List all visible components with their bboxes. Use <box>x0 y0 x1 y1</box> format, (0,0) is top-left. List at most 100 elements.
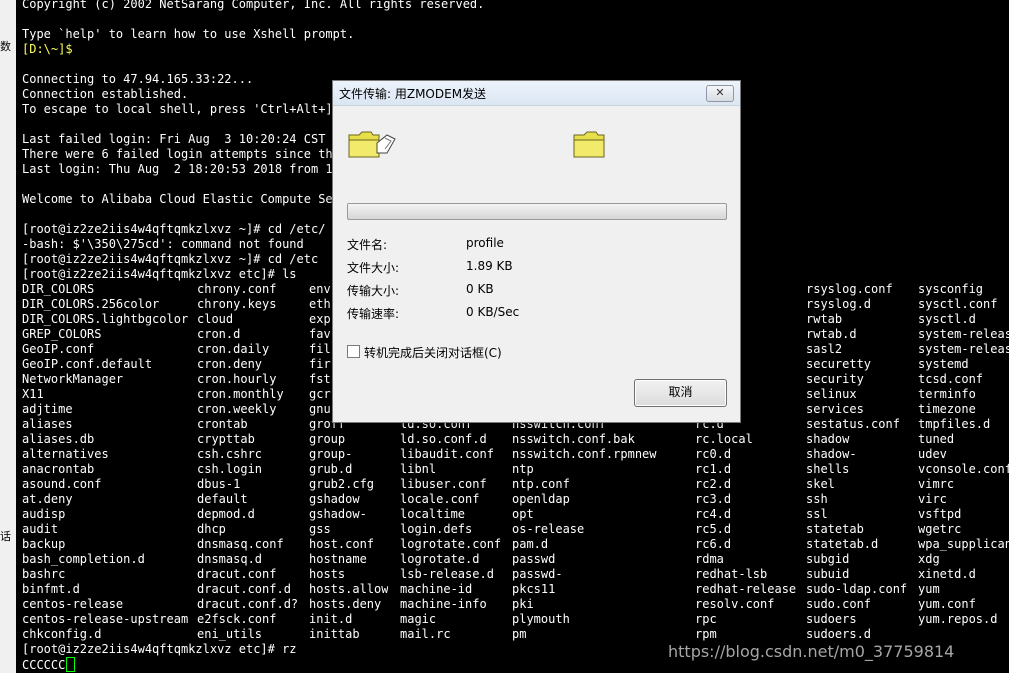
filesize-value: 1.89 KB <box>466 259 513 273</box>
ls-entry: ssh <box>806 492 828 506</box>
ls-entry: rwtab <box>806 312 843 326</box>
left-side-panel: 数 话 <box>0 0 16 673</box>
ls-entry: cloud <box>197 312 234 326</box>
ls-entry: host.conf <box>309 537 375 551</box>
ls-entry: cron.monthly <box>197 387 284 401</box>
ls-entry: vimrc <box>918 477 955 491</box>
ls-entry: shells <box>806 462 850 476</box>
terminal-line: Copyright (c) 2002 NetSarang Computer, I… <box>22 0 485 11</box>
folder-receive-icon <box>573 131 605 158</box>
ls-entry: dbus-1 <box>197 477 241 491</box>
ls-entry: cron.d <box>197 327 241 341</box>
ls-entry: asound.conf <box>22 477 102 491</box>
ls-entry: terminfo <box>918 387 976 401</box>
ls-entry: udev <box>918 447 947 461</box>
dialog-titlebar[interactable]: 文件传输: 用ZMODEM发送 ✕ <box>333 81 740 106</box>
terminal-line: [D:\~]$ <box>22 42 73 56</box>
ls-entry: X11 <box>22 387 44 401</box>
ls-entry: timezone <box>918 402 976 416</box>
filename-label: 文件名: <box>347 238 388 252</box>
ls-entry: rc2.d <box>695 477 732 491</box>
ls-entry: binfmt.d <box>22 582 80 596</box>
ls-column: sysconfig sysctl.conf sysctl.d system-relea… <box>918 282 1009 642</box>
ls-entry: rsyslog.d <box>806 297 872 311</box>
ls-entry: login.defs <box>400 522 473 536</box>
ls-entry: nsswitch.conf.rpmnew <box>512 447 657 461</box>
ls-column: rsyslog.conf rsyslog.d rwtab rwtab.d sasl2 se… <box>806 282 907 642</box>
ls-entry: redhat-release <box>695 582 797 596</box>
ls-entry: bashrc <box>22 567 66 581</box>
transferred-value: 0 KB <box>466 282 494 296</box>
ls-entry: sudoers <box>806 612 857 626</box>
ls-entry: chkconfig.d <box>22 627 102 641</box>
ls-entry: machine-id <box>400 582 473 596</box>
ls-entry: rc1.d <box>695 462 732 476</box>
ls-entry: sysconfig <box>918 282 984 296</box>
ls-entry: vconsole.conf <box>918 462 1009 476</box>
ls-entry: rdma <box>695 552 724 566</box>
ls-entry: dracut.conf <box>197 567 277 581</box>
filename-value: profile <box>466 236 504 250</box>
ls-entry: dhcp <box>197 522 226 536</box>
ls-column: chrony.conf chrony.keys cloud cron.d cron.da… <box>197 282 298 642</box>
ls-entry: hostname <box>309 552 367 566</box>
ls-entry: aliases <box>22 417 73 431</box>
cancel-button[interactable]: 取消 <box>634 379 727 407</box>
ls-entry: aliases.db <box>22 432 95 446</box>
ls-entry: xdg <box>918 552 940 566</box>
ls-entry: pkcs11 <box>512 582 556 596</box>
ls-entry: nsswitch.conf.bak <box>512 432 635 446</box>
ls-entry: system-releas <box>918 327 1009 341</box>
ls-entry: grub2.cfg <box>309 477 375 491</box>
ls-entry: gss <box>309 522 331 536</box>
filesize-label: 文件大小: <box>347 261 400 275</box>
ls-entry: vsftpd <box>918 507 962 521</box>
ls-entry: rc6.d <box>695 537 732 551</box>
ls-entry: ntp.conf <box>512 477 570 491</box>
ls-entry: rsyslog.conf <box>806 282 893 296</box>
ls-entry: rc3.d <box>695 492 732 506</box>
ls-entry: crontab <box>197 417 248 431</box>
transfer-progress-bar <box>347 203 727 220</box>
ls-entry: bash_completion.d <box>22 552 145 566</box>
ls-entry: wgetrc <box>918 522 962 536</box>
ls-entry: GeoIP.conf.default <box>22 357 153 371</box>
ls-entry: gshadow <box>309 492 360 506</box>
close-on-finish-label[interactable]: 转机完成后关闭对话框(C) <box>364 344 502 361</box>
ls-entry: rc5.d <box>695 522 732 536</box>
ls-entry: DIR_COLORS.256color <box>22 297 160 311</box>
ls-entry: locale.conf <box>400 492 480 506</box>
rate-value: 0 KB/Sec <box>466 305 520 319</box>
ls-entry: rc0.d <box>695 447 732 461</box>
ls-entry: grub.d <box>309 462 353 476</box>
close-on-finish-checkbox[interactable] <box>347 345 360 358</box>
ls-entry: shadow <box>806 432 850 446</box>
ls-entry: securetty <box>806 357 872 371</box>
folder-send-icon <box>348 131 396 158</box>
ls-entry: sysctl.d <box>918 312 976 326</box>
ls-entry: group <box>309 432 346 446</box>
ls-entry: dracut.conf.d? <box>197 597 299 611</box>
ls-entry: security <box>806 372 864 386</box>
rate-label: 传输速率: <box>347 307 400 321</box>
ls-entry: backup <box>22 537 66 551</box>
ls-entry: passwd <box>512 552 556 566</box>
ls-entry: subuid <box>806 567 850 581</box>
ls-entry: chrony.conf <box>197 282 277 296</box>
ls-entry: DIR_COLORS.lightbgcolor <box>22 312 189 326</box>
ls-entry: pm <box>512 627 527 641</box>
ls-entry: DIR_COLORS <box>22 282 95 296</box>
ls-entry: dracut.conf.d <box>197 582 291 596</box>
ls-entry: plymouth <box>512 612 570 626</box>
ls-entry: csh.login <box>197 462 263 476</box>
ls-entry: sestatus.conf <box>806 417 900 431</box>
close-button[interactable]: ✕ <box>706 85 734 102</box>
ls-entry: ssl <box>806 507 828 521</box>
ls-entry: libnl <box>400 462 437 476</box>
terminal-line: [root@iz2ze2iis4w4qftqmkzlxvz etc]# rz <box>22 642 297 656</box>
ls-entry: centos-release <box>22 597 124 611</box>
ls-entry: pki <box>512 597 534 611</box>
ls-entry: crypttab <box>197 432 255 446</box>
ls-entry: tcsd.conf <box>918 372 984 386</box>
